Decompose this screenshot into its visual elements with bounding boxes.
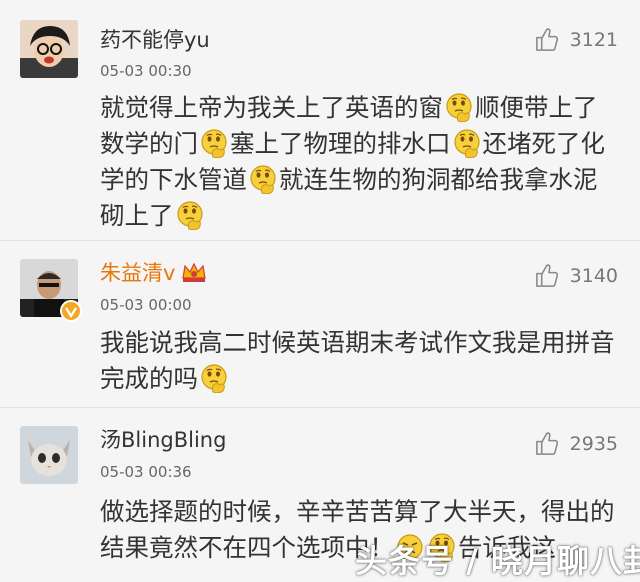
thinking-face-icon [446, 93, 472, 122]
thumbs-up-icon [535, 28, 558, 51]
avatar[interactable] [20, 426, 78, 484]
text-part: 就觉得上帝为我关上了英语的窗 [100, 93, 443, 122]
thumbs-up-icon [535, 264, 558, 287]
like-button[interactable]: 3140 [534, 262, 618, 290]
username[interactable]: 朱益清v [100, 260, 207, 286]
like-button[interactable]: 2935 [534, 430, 618, 458]
avatar[interactable] [20, 20, 78, 78]
comment-text: 我能说我高二时候英语期末考试作文我是用拼音完成的吗 [100, 325, 620, 397]
thumbs-up-icon [535, 432, 558, 455]
text-part: 我能说我高二时候英语期末考试作文我是用拼音完成的吗 [100, 328, 615, 393]
like-button[interactable]: 3121 [534, 26, 618, 54]
username[interactable]: 药不能停yu [100, 27, 210, 53]
like-count: 3140 [569, 265, 618, 287]
like-count: 3121 [569, 29, 618, 51]
verified-v-icon [60, 300, 82, 322]
watermark: 头条号 / 晓月聊八卦 [355, 542, 640, 580]
crown-vip-icon [182, 262, 207, 282]
thinking-face-icon [250, 165, 276, 194]
like-count: 2935 [569, 433, 618, 455]
text-part: 塞上了物理的排水口 [230, 129, 451, 158]
comment-item: 朱益清v 05-03 00:00 3140 我能说我高二时候英语期末考试作文我是… [0, 241, 640, 408]
username[interactable]: 汤BlingBling [100, 427, 226, 453]
timestamp: 05-03 00:36 [100, 463, 192, 481]
comment-text: 就觉得上帝为我关上了英语的窗 顺便带上了数学的门 塞上了物理的排水口 还堵死了化学的下… [100, 90, 620, 234]
thinking-face-icon [201, 364, 227, 393]
thinking-face-icon [176, 201, 203, 230]
username-text: 朱益清v [100, 261, 176, 285]
thinking-face-icon [201, 129, 227, 158]
timestamp: 05-03 00:00 [100, 296, 192, 314]
thinking-face-icon [453, 129, 480, 158]
timestamp: 05-03 00:30 [100, 62, 192, 80]
comment-item: 药不能停yu 05-03 00:30 3121 就觉得上帝为我关上了英语的窗 顺便… [0, 0, 640, 241]
